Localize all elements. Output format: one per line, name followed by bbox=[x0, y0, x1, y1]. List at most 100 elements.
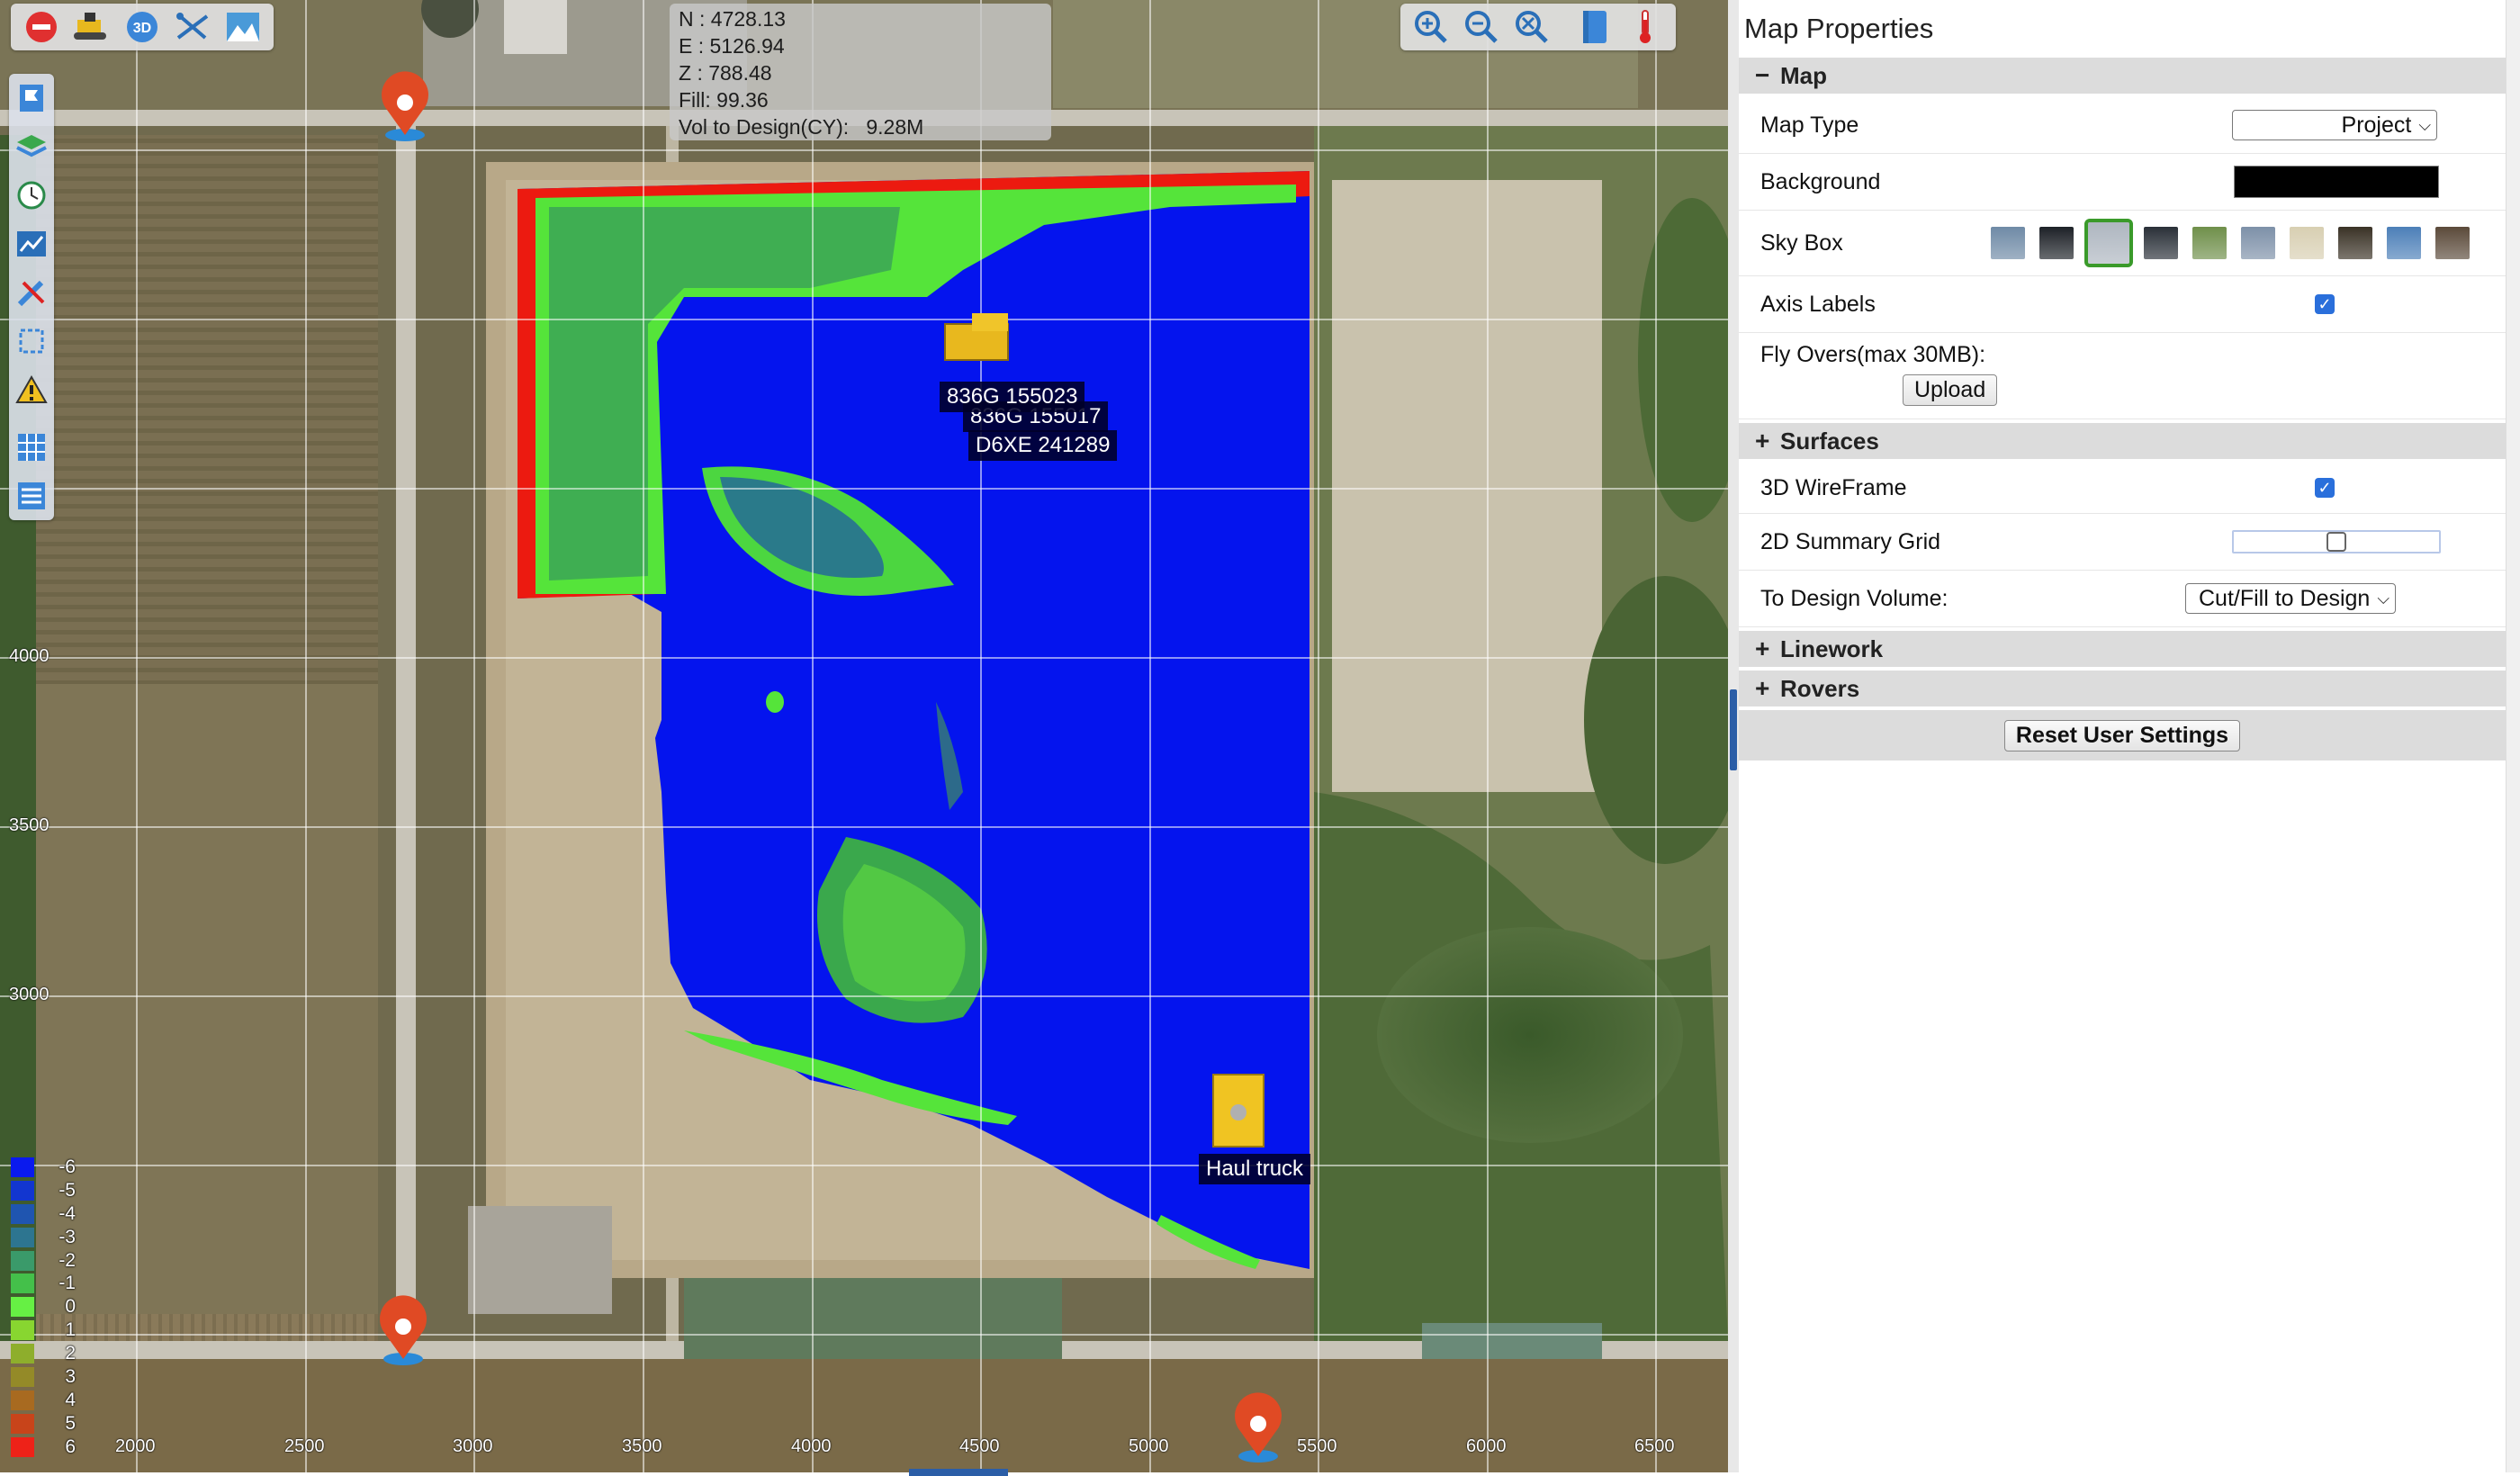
side-toolbar bbox=[9, 74, 54, 520]
terrain-icon[interactable] bbox=[218, 7, 268, 47]
chart-icon[interactable] bbox=[9, 220, 54, 268]
map-view[interactable]: 3D N : 4728.13 E : 5126.94 Z : 788.48 Fi… bbox=[0, 0, 1728, 1472]
legend-label: 4 bbox=[65, 1389, 76, 1410]
legend-label: -3 bbox=[58, 1226, 76, 1247]
x-axis-tick: 6000 bbox=[1466, 1436, 1507, 1456]
legend-swatch bbox=[11, 1180, 34, 1201]
legend-swatch bbox=[11, 1250, 34, 1271]
thermometer-icon[interactable] bbox=[1620, 7, 1670, 47]
legend-label: 3 bbox=[65, 1365, 76, 1387]
legend-entry: 1 bbox=[11, 1318, 76, 1342]
legend-entry: -6 bbox=[11, 1156, 76, 1179]
machine-label[interactable]: 836G 155023 bbox=[940, 382, 1085, 412]
background-color-picker[interactable] bbox=[2234, 166, 2439, 198]
sky-box-thumbnail[interactable] bbox=[2338, 227, 2372, 259]
legend-swatch bbox=[11, 1274, 34, 1294]
3d-view-icon[interactable]: 3D bbox=[117, 7, 167, 47]
collapse-icon: − bbox=[1755, 61, 1770, 89]
field-label: To Design Volume: bbox=[1760, 585, 1948, 611]
book-icon[interactable] bbox=[1570, 7, 1620, 47]
toolbar-separator bbox=[1557, 7, 1570, 47]
x-axis-tick: 3000 bbox=[453, 1436, 493, 1456]
field-label: Background bbox=[1760, 168, 1881, 194]
axis-labels-row: Axis Labels ✓ bbox=[1739, 276, 2506, 333]
tools-icon[interactable] bbox=[9, 268, 54, 317]
section-rovers[interactable]: + Rovers bbox=[1739, 670, 2506, 706]
wireframe-row: 3D WireFrame ✓ bbox=[1739, 463, 2506, 514]
summary-grid-row: 2D Summary Grid bbox=[1739, 514, 2506, 571]
sky-box-thumbnail[interactable] bbox=[2387, 227, 2421, 259]
sky-box-thumbnail[interactable] bbox=[2084, 219, 2133, 267]
section-surfaces[interactable]: + Surfaces bbox=[1739, 423, 2506, 459]
legend-entry: -2 bbox=[11, 1249, 76, 1273]
sky-box-row: Sky Box bbox=[1739, 211, 2506, 276]
splitter-handle[interactable] bbox=[1730, 689, 1737, 770]
section-linework[interactable]: + Linework bbox=[1739, 631, 2506, 667]
axis-labels-checkbox[interactable]: ✓ bbox=[2315, 294, 2335, 314]
legend-swatch bbox=[11, 1156, 34, 1177]
legend-entry: 3 bbox=[11, 1365, 76, 1389]
zoom-extents-icon[interactable] bbox=[1507, 7, 1557, 47]
y-axis-tick: 3000 bbox=[9, 985, 50, 1004]
sky-box-thumbnail[interactable] bbox=[2290, 227, 2324, 259]
flag-icon[interactable] bbox=[9, 74, 54, 122]
summary-grid-checkbox-wrapper[interactable] bbox=[2232, 530, 2441, 554]
list-icon[interactable] bbox=[9, 472, 54, 520]
map-properties-panel: Map Properties − Map Map Type Project ⌵ Ba… bbox=[1739, 0, 2506, 1472]
sky-box-thumbnail[interactable] bbox=[2144, 227, 2178, 259]
legend-label: 0 bbox=[65, 1296, 76, 1318]
x-axis-tick: 5500 bbox=[1297, 1436, 1337, 1456]
legend-swatch bbox=[11, 1366, 34, 1387]
layers-icon[interactable] bbox=[9, 122, 54, 171]
legend-entry: -5 bbox=[11, 1179, 76, 1202]
x-axis-tick: 4500 bbox=[959, 1436, 1000, 1456]
grid-icon[interactable] bbox=[9, 423, 54, 472]
machine-label[interactable]: D6XE 241289 bbox=[968, 430, 1118, 461]
clock-icon[interactable] bbox=[9, 171, 54, 220]
zoom-out-icon[interactable] bbox=[1456, 7, 1507, 47]
easting-value: E : 5126.94 bbox=[679, 34, 785, 58]
upload-button[interactable]: Upload bbox=[1903, 374, 1998, 406]
legend-entry: 2 bbox=[11, 1342, 76, 1365]
select-value: Cut/Fill to Design bbox=[2198, 585, 2371, 611]
machine-icon[interactable] bbox=[67, 7, 117, 47]
legend-swatch bbox=[11, 1320, 34, 1341]
fill-value: Fill: 99.36 bbox=[679, 88, 769, 112]
northing-value: N : 4728.13 bbox=[679, 7, 786, 31]
section-label: Map bbox=[1780, 61, 1827, 89]
exit-icon[interactable] bbox=[16, 7, 67, 47]
sky-box-thumbnail[interactable] bbox=[1991, 227, 2025, 259]
sky-box-thumbnail[interactable] bbox=[2241, 227, 2275, 259]
svg-text:3D: 3D bbox=[133, 21, 151, 36]
horizontal-scroll-indicator[interactable] bbox=[909, 1469, 1008, 1476]
y-axis-tick: 4000 bbox=[9, 646, 50, 666]
legend-entry: -3 bbox=[11, 1226, 76, 1249]
sky-box-thumbnail[interactable] bbox=[2039, 227, 2074, 259]
legend-entry: -4 bbox=[11, 1202, 76, 1226]
x-axis-tick: 3500 bbox=[622, 1436, 662, 1456]
legend-entry: 4 bbox=[11, 1389, 76, 1412]
panel-splitter[interactable] bbox=[1728, 0, 1739, 1472]
chevron-down-icon: ⌵ bbox=[2418, 115, 2431, 134]
measure-tool-icon[interactable] bbox=[167, 7, 218, 47]
section-label: Rovers bbox=[1780, 674, 1860, 702]
map-type-select[interactable]: Project ⌵ bbox=[2232, 110, 2437, 140]
machine-label[interactable]: Haul truck bbox=[1199, 1154, 1311, 1184]
design-volume-select[interactable]: Cut/Fill to Design ⌵ bbox=[2185, 583, 2396, 614]
warning-icon[interactable] bbox=[9, 365, 54, 414]
field-label: Map Type bbox=[1760, 112, 1859, 138]
summary-grid-checkbox[interactable] bbox=[2326, 532, 2346, 552]
section-map[interactable]: − Map bbox=[1739, 58, 2506, 94]
vertical-scrollbar[interactable] bbox=[2506, 0, 2520, 1472]
zoom-in-icon[interactable] bbox=[1406, 7, 1456, 47]
field-label: Fly Overs(max 30MB): bbox=[1760, 342, 1986, 367]
wireframe-checkbox[interactable]: ✓ bbox=[2315, 478, 2335, 498]
legend-label: -6 bbox=[58, 1156, 76, 1177]
expand-icon: + bbox=[1755, 674, 1770, 702]
reset-user-settings-button[interactable]: Reset User Settings bbox=[2003, 719, 2241, 752]
legend-label: 6 bbox=[65, 1436, 76, 1457]
sky-box-thumbnail[interactable] bbox=[2435, 227, 2470, 259]
sky-box-thumbnail[interactable] bbox=[2192, 227, 2227, 259]
y-axis-tick: 3500 bbox=[9, 815, 50, 835]
selection-icon[interactable] bbox=[9, 317, 54, 365]
